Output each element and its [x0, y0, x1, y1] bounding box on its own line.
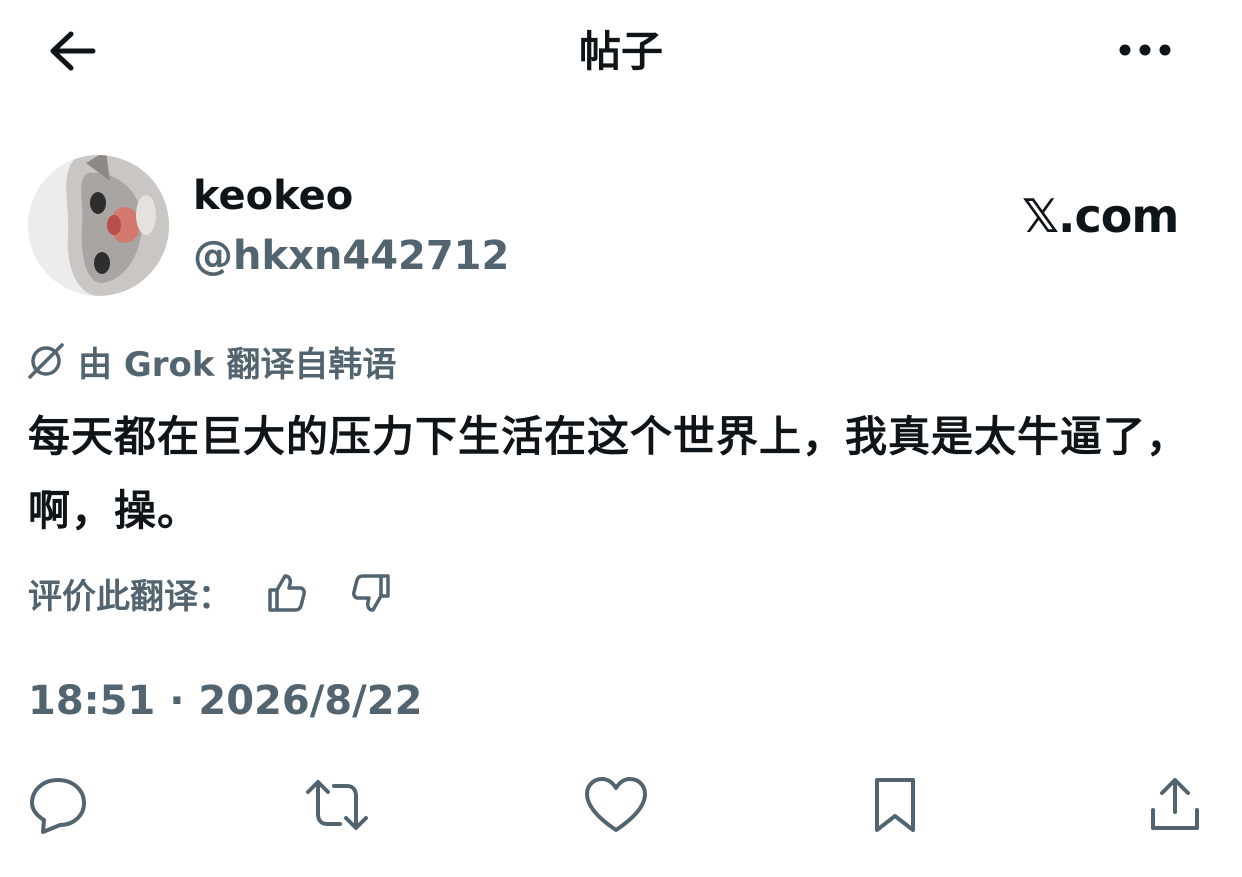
translation-note: 由 Grok 翻译自韩语 [26, 335, 396, 387]
post-timestamp[interactable]: 18:51 · 2026/8/22 [28, 673, 422, 729]
thumbs-down-button[interactable] [346, 568, 396, 618]
rate-translation-label: 评价此翻译： [28, 576, 232, 617]
grok-icon [28, 343, 64, 379]
reply-button[interactable] [23, 770, 93, 840]
more-horizontal-icon [1119, 44, 1171, 56]
thumbs-up-button[interactable] [262, 568, 312, 618]
repost-button[interactable] [302, 770, 372, 840]
post-text: 每天都在巨大的压力下生活在这个世界上，我真是太牛逼了，啊，操。 [28, 412, 1190, 535]
translation-note-text: 由 Grok 翻译自韩语 [78, 344, 397, 385]
like-icon [585, 777, 647, 832]
thumbs-up-icon [268, 574, 306, 612]
more-button[interactable] [1110, 24, 1180, 76]
author-handle[interactable]: @hkxn442712 [193, 226, 509, 286]
bookmark-icon [875, 778, 915, 832]
page-title: 帖子 [578, 27, 663, 76]
reply-icon [30, 778, 86, 834]
rate-translation-row: 评价此翻译： [28, 565, 396, 621]
x-com-watermark: 𝕏.com [1022, 189, 1179, 243]
thumbs-down-icon [352, 574, 390, 612]
avatar[interactable] [28, 155, 169, 296]
share-button[interactable] [1140, 770, 1210, 840]
author-display-name[interactable]: keokeo [193, 168, 353, 224]
share-icon [1151, 778, 1199, 830]
repost-icon [306, 780, 368, 830]
bookmark-button[interactable] [860, 770, 930, 840]
cat-avatar-image [28, 155, 169, 296]
like-button[interactable] [581, 770, 651, 840]
